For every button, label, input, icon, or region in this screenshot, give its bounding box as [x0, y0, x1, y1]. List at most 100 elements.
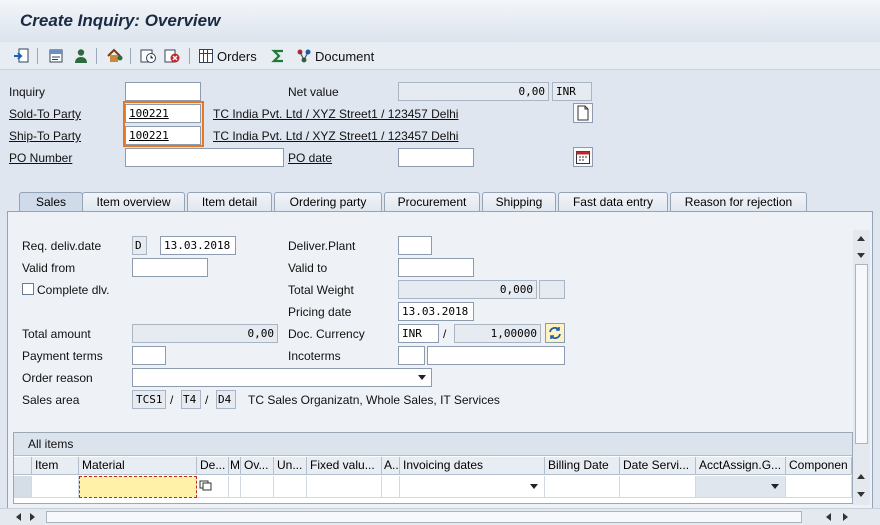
- column-header-item[interactable]: Item: [32, 457, 79, 475]
- scroll-right-icon[interactable]: [843, 513, 848, 521]
- column-header-unit[interactable]: Un...: [274, 457, 307, 475]
- column-header-date-services[interactable]: Date Servi...: [620, 457, 696, 475]
- scroll-left-icon[interactable]: [16, 513, 21, 521]
- sales-area-description: TC Sales Organizatn, Whole Sales, IT Ser…: [248, 393, 500, 407]
- material-cell[interactable]: [79, 476, 197, 498]
- column-header-acct-assign[interactable]: AcctAssign.G...: [696, 457, 786, 475]
- header-data-button[interactable]: [47, 46, 65, 66]
- scroll-down-icon[interactable]: [857, 253, 865, 258]
- item-cell[interactable]: [32, 476, 79, 498]
- exchange-rate-refresh-button[interactable]: [545, 323, 565, 343]
- tab-shipping[interactable]: Shipping: [482, 192, 556, 212]
- total-weight-label: Total Weight: [288, 283, 354, 297]
- orders-button[interactable]: Orders: [198, 46, 257, 66]
- display-document-flow-button[interactable]: [13, 46, 31, 66]
- item-availability-button[interactable]: [139, 46, 157, 66]
- orders-label: Orders: [217, 48, 257, 64]
- highlight-box: [123, 101, 204, 147]
- complete-dlv-checkbox[interactable]: [22, 283, 34, 295]
- unit-cell[interactable]: [274, 476, 307, 498]
- house-person-icon: [107, 48, 123, 62]
- sales-org-field: TCS1: [132, 390, 166, 409]
- refresh-icon: [549, 327, 561, 339]
- order-reason-select[interactable]: [132, 368, 432, 387]
- req-deliv-date-type[interactable]: D: [132, 236, 147, 255]
- inquiry-input[interactable]: [125, 82, 201, 101]
- ship-to-party-label[interactable]: Ship-To Party: [9, 129, 81, 143]
- distribution-channel-field: T4: [181, 390, 201, 409]
- total-amount-field: 0,00: [132, 324, 278, 343]
- billing-date-cell[interactable]: [545, 476, 620, 498]
- document-button[interactable]: Document: [296, 46, 374, 66]
- deliver-plant-input[interactable]: [398, 236, 432, 255]
- column-header-billing-date[interactable]: Billing Date: [545, 457, 620, 475]
- tab-item-detail[interactable]: Item detail: [187, 192, 272, 212]
- row-selector-header[interactable]: [14, 457, 32, 475]
- doc-currency-input[interactable]: INR: [398, 324, 439, 343]
- column-header-ov[interactable]: Ov...: [241, 457, 274, 475]
- exchange-rate-field: 1,00000: [454, 324, 541, 343]
- po-number-label[interactable]: PO Number: [9, 151, 72, 165]
- horizontal-scroll-thumb[interactable]: [46, 511, 802, 523]
- column-header-fixed-value[interactable]: Fixed valu...: [307, 457, 382, 475]
- scroll-thumb[interactable]: [855, 264, 868, 444]
- date-services-cell[interactable]: [620, 476, 696, 498]
- valid-to-input[interactable]: [398, 258, 474, 277]
- delete-item-button[interactable]: [163, 46, 181, 66]
- m-cell[interactable]: [229, 476, 241, 498]
- column-header-invoicing-dates[interactable]: Invoicing dates: [400, 457, 545, 475]
- acct-assign-cell[interactable]: [696, 476, 786, 498]
- valid-from-input[interactable]: [132, 258, 208, 277]
- chevron-down-icon: [418, 375, 426, 380]
- toolbar-separator: [189, 48, 190, 64]
- column-header-a[interactable]: A..: [382, 457, 400, 475]
- column-header-description[interactable]: De...: [197, 457, 229, 475]
- payment-terms-input[interactable]: [132, 346, 166, 365]
- scroll-down-icon[interactable]: [857, 492, 865, 497]
- pricing-date-input[interactable]: 13.03.2018: [398, 302, 474, 321]
- scroll-up-icon[interactable]: [857, 474, 865, 479]
- document-arrow-icon: [14, 48, 29, 63]
- incoterms-input[interactable]: [398, 346, 425, 365]
- po-number-input[interactable]: [125, 148, 284, 167]
- incoterms-label: Incoterms: [288, 349, 341, 363]
- column-header-material[interactable]: Material: [79, 457, 197, 475]
- panel-vertical-scrollbar[interactable]: [853, 230, 870, 505]
- po-date-calendar-button[interactable]: [573, 147, 593, 167]
- sum-button[interactable]: [270, 46, 286, 66]
- doc-currency-label: Doc. Currency: [288, 327, 365, 341]
- description-cell[interactable]: [197, 476, 229, 498]
- toolbar-separator: [130, 48, 131, 64]
- toolbar-separator: [96, 48, 97, 64]
- row-selector[interactable]: [14, 476, 32, 498]
- tab-ordering-party[interactable]: Ordering party: [274, 192, 382, 212]
- application-toolbar: Orders Document: [0, 42, 880, 70]
- scroll-left-icon[interactable]: [826, 513, 831, 521]
- scroll-up-icon[interactable]: [857, 236, 865, 241]
- tab-fast-data-entry[interactable]: Fast data entry: [558, 192, 668, 212]
- tab-procurement[interactable]: Procurement: [384, 192, 480, 212]
- tab-reason-for-rejection[interactable]: Reason for rejection: [670, 192, 807, 212]
- incoterms-part2-input[interactable]: [427, 346, 565, 365]
- tab-sales[interactable]: Sales: [19, 192, 83, 213]
- net-value-field: 0,00: [398, 82, 549, 101]
- a-cell[interactable]: [382, 476, 400, 498]
- fixed-value-cell[interactable]: [307, 476, 382, 498]
- sold-to-party-label[interactable]: Sold-To Party: [9, 107, 81, 121]
- po-date-label[interactable]: PO date: [288, 151, 332, 165]
- sold-to-detail-button[interactable]: [573, 103, 593, 123]
- delete-icon: [164, 49, 180, 63]
- business-partner-button[interactable]: [72, 46, 90, 66]
- order-reason-label: Order reason: [22, 371, 93, 385]
- req-deliv-date-input[interactable]: 13.03.2018: [160, 236, 236, 255]
- tab-item-overview[interactable]: Item overview: [82, 192, 185, 212]
- column-header-m[interactable]: M: [229, 457, 241, 475]
- component-cell[interactable]: [786, 476, 852, 498]
- invoicing-dates-cell[interactable]: [400, 476, 545, 498]
- horizontal-scrollbar[interactable]: [0, 508, 880, 525]
- ov-cell[interactable]: [241, 476, 274, 498]
- po-date-input[interactable]: [398, 148, 474, 167]
- scroll-right-icon[interactable]: [30, 513, 35, 521]
- order-partner-button[interactable]: [106, 46, 124, 66]
- column-header-component[interactable]: Componen: [786, 457, 852, 475]
